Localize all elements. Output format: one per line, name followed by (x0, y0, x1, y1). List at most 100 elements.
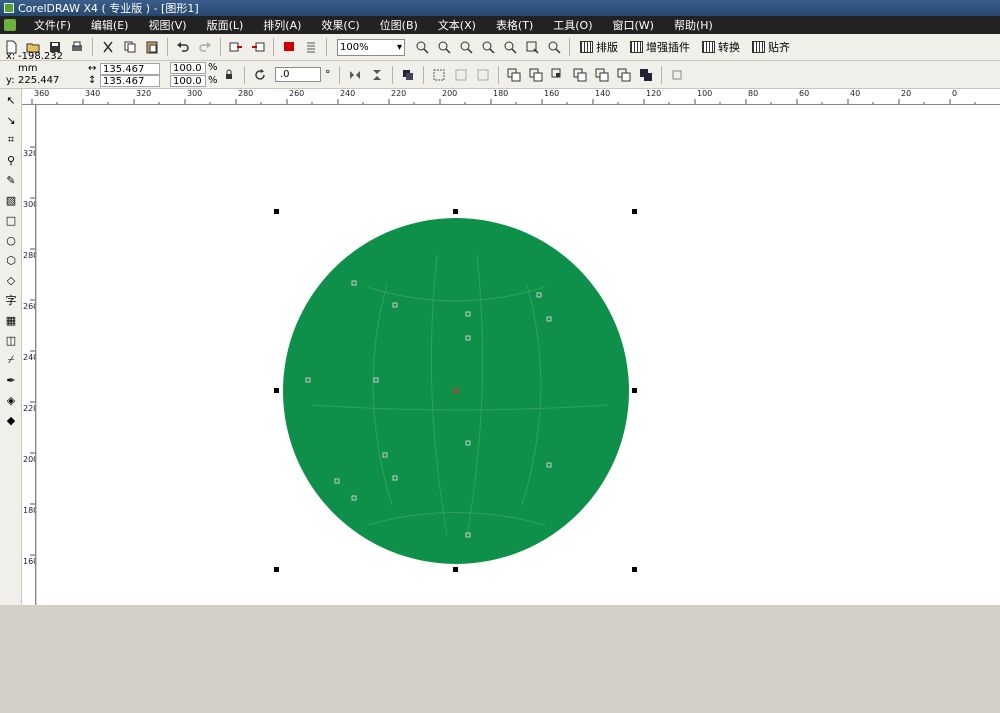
create-boundary-icon[interactable] (637, 66, 655, 84)
selection-handle-top[interactable] (453, 209, 458, 214)
rectangle-tool-icon[interactable]: □ (2, 211, 20, 229)
zoom-all-objects-icon[interactable] (479, 38, 497, 56)
freehand-tool-icon[interactable]: ✎ (2, 171, 20, 189)
zoom-value: 100% (340, 41, 369, 53)
selection-handle-bottom[interactable] (453, 567, 458, 572)
selection-handle-top-left[interactable] (274, 209, 279, 214)
snap-button[interactable]: 贴齐 (752, 39, 790, 55)
height-field[interactable]: 135.467 mm (100, 74, 160, 99)
width-field[interactable]: 135.467 mm (100, 62, 160, 87)
rotation-angle-field[interactable]: .0 (275, 67, 321, 82)
weld-icon[interactable] (505, 66, 523, 84)
menu-edit[interactable]: 编辑(E) (81, 17, 139, 33)
combine-icon[interactable] (399, 66, 417, 84)
separator (497, 65, 499, 84)
ellipse-tool-icon[interactable]: ○ (2, 231, 20, 249)
plugins-button[interactable]: 增强插件 (630, 39, 690, 55)
convert-button[interactable]: 转换 (702, 39, 740, 55)
menu-table[interactable]: 表格(T) (486, 17, 543, 33)
zoom-page-icon[interactable] (501, 38, 519, 56)
ruler-label: 180 (23, 506, 35, 515)
separator (569, 38, 570, 56)
basic-shapes-tool-icon[interactable]: ◇ (2, 271, 20, 289)
selection-handle-bottom-right[interactable] (632, 567, 637, 572)
group-icon[interactable] (430, 66, 448, 84)
smart-fill-tool-icon[interactable]: ▧ (2, 191, 20, 209)
eyedropper-tool-icon[interactable]: ⌿ (2, 351, 20, 369)
percent-label: % (208, 62, 218, 73)
ruler-label: 320 (23, 149, 35, 158)
ruler-label: 360 (34, 89, 50, 98)
text-tool-icon[interactable]: 字 (2, 291, 20, 309)
menu-help[interactable]: 帮助(H) (664, 17, 723, 33)
intersect-icon[interactable] (549, 66, 567, 84)
mirror-vertical-icon[interactable] (368, 66, 386, 84)
scale-fields: 100.0 % 100.0 % (170, 62, 218, 87)
convert-to-curves-icon[interactable] (668, 66, 686, 84)
document-icon[interactable] (4, 19, 16, 31)
redo-icon[interactable] (196, 38, 214, 56)
separator (326, 38, 327, 56)
mirror-horizontal-icon[interactable] (346, 66, 364, 84)
ruler-label: 100 (697, 89, 713, 98)
export-icon[interactable] (249, 38, 267, 56)
simplify-icon[interactable] (571, 66, 589, 84)
ungroup-icon[interactable] (452, 66, 470, 84)
selection-handle-left[interactable] (274, 388, 279, 393)
interactive-blend-tool-icon[interactable]: ◫ (2, 331, 20, 349)
scale-x-field[interactable]: 100.0 (170, 62, 206, 74)
application-launcher-icon[interactable] (302, 38, 320, 56)
menu-tools[interactable]: 工具(O) (543, 17, 602, 33)
selection-handle-bottom-left[interactable] (274, 567, 279, 572)
publish-pdf-icon[interactable] (280, 38, 298, 56)
zoom-page-width-icon[interactable] (523, 38, 541, 56)
menu-view[interactable]: 视图(V) (138, 17, 196, 33)
outline-tool-icon[interactable]: ✒ (2, 371, 20, 389)
zoom-tool-icon[interactable]: ⚲ (2, 151, 20, 169)
undo-icon[interactable] (174, 38, 192, 56)
trim-icon[interactable] (527, 66, 545, 84)
lock-ratio-icon[interactable] (220, 66, 238, 84)
front-minus-back-icon[interactable] (593, 66, 611, 84)
ruler-label: 140 (595, 89, 611, 98)
menu-layout[interactable]: 版面(L) (197, 17, 254, 33)
zoom-page-height-icon[interactable] (545, 38, 563, 56)
menu-window[interactable]: 窗口(W) (603, 17, 664, 33)
selection-handle-top-right[interactable] (632, 209, 637, 214)
shape-tool-icon[interactable]: ↘ (2, 111, 20, 129)
zoom-selected-icon[interactable] (457, 38, 475, 56)
rotation-icon (251, 66, 269, 84)
zoom-in-icon[interactable] (413, 38, 431, 56)
table-tool-icon[interactable]: ▦ (2, 311, 20, 329)
layout-button[interactable]: 排版 (580, 39, 618, 55)
menu-arrange[interactable]: 排列(A) (253, 17, 311, 33)
x-position-field[interactable]: -198.232 mm (18, 51, 80, 75)
zoom-level-select[interactable]: 100% ▾ (337, 38, 405, 56)
fill-tool-icon[interactable]: ◈ (2, 391, 20, 409)
crop-tool-icon[interactable]: ⌗ (2, 131, 20, 149)
separator (273, 38, 274, 56)
menu-text[interactable]: 文本(X) (428, 17, 486, 33)
cut-icon[interactable] (99, 38, 117, 56)
interactive-fill-tool-icon[interactable]: ◆ (2, 411, 20, 429)
ruler-label: 300 (23, 200, 35, 209)
pick-tool-icon[interactable]: ↖ (2, 91, 20, 109)
drawing-canvas[interactable] (37, 105, 1000, 605)
scale-y-field[interactable]: 100.0 (170, 75, 206, 87)
selection-handle-right[interactable] (632, 388, 637, 393)
import-icon[interactable] (227, 38, 245, 56)
vertical-ruler[interactable]: 320 300 280 260 240 220 200 180 160 (22, 105, 36, 605)
back-minus-front-icon[interactable] (615, 66, 633, 84)
separator (92, 38, 93, 56)
polygon-tool-icon[interactable]: ⬡ (2, 251, 20, 269)
width-icon: ↔ (88, 62, 97, 74)
ruler-label: 280 (238, 89, 254, 98)
menu-file[interactable]: 文件(F) (24, 17, 81, 33)
zoom-out-icon[interactable] (435, 38, 453, 56)
ungroup-all-icon[interactable] (474, 66, 492, 84)
copy-icon[interactable] (121, 38, 139, 56)
horizontal-ruler[interactable]: 360 340 320 300 280 260 240 220 200 180 … (22, 89, 1000, 105)
menu-bitmaps[interactable]: 位图(B) (370, 17, 428, 33)
paste-icon[interactable] (143, 38, 161, 56)
menu-effects[interactable]: 效果(C) (311, 17, 369, 33)
